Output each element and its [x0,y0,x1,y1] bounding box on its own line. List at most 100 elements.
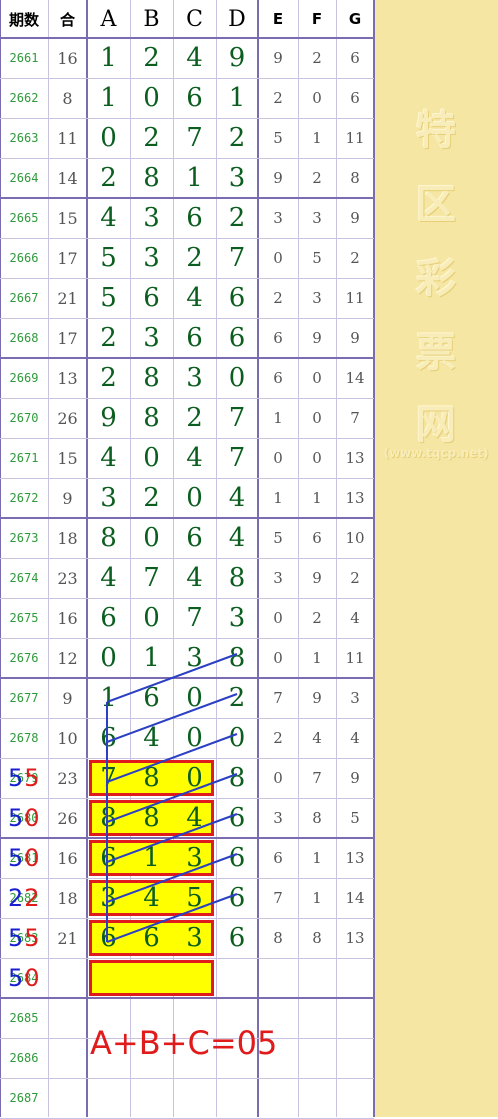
digit-cell [173,958,216,998]
digit-cell: 9 [100,403,117,433]
sum-cell [48,998,87,1038]
period-cell: 2669 [9,371,39,385]
digit-cell: 2 [100,363,117,393]
digit-cell: 1 [143,843,160,873]
extra-cell: 9 [273,49,283,67]
sum-cell: 12 [57,648,78,668]
extra-cell: 8 [273,929,283,947]
digit-cell: 6 [143,923,160,953]
period-cell: 2671 [9,451,39,465]
digit-cell: 7 [228,243,246,273]
digit-cell: 2 [228,203,246,233]
sum-cell: 17 [57,248,78,268]
sum-cell: 9 [62,488,73,508]
extra-cell: 9 [312,329,322,347]
digit-cell: 6 [228,323,246,353]
digit-cell: 8 [143,403,160,433]
digit-cell [87,1078,130,1118]
extra-cell: 0 [312,89,322,107]
watermark-char: 票 [416,330,456,376]
extra-cell [298,1038,336,1078]
extra-cell: 3 [312,209,322,227]
period-cell: 2685 [9,1011,39,1025]
sum-cell [48,1038,87,1078]
annotation-number: 22 [8,884,41,912]
extra-cell: 4 [350,729,360,747]
digit-cell: 3 [143,323,160,353]
extra-cell [336,958,374,998]
sum-cell: 10 [57,728,78,748]
digit-cell: 3 [186,923,203,953]
extra-cell: 0 [273,769,283,787]
digit-cell: 0 [143,83,160,113]
extra-cell: 3 [350,689,360,707]
sum-cell: 15 [57,208,78,228]
extra-cell: 11 [345,649,365,667]
sum-cell: 17 [57,328,78,348]
extra-cell: 8 [312,809,322,827]
digit-cell: 0 [186,723,203,753]
digit-cell: 2 [228,123,246,153]
extra-cell: 2 [312,49,322,67]
extra-cell: 5 [312,249,322,267]
extra-cell: 1 [273,489,283,507]
digit-cell: 3 [143,243,160,273]
digit-cell: 3 [228,163,246,193]
extra-cell: 9 [350,769,360,787]
digit-cell: 3 [143,203,160,233]
digit-cell: 4 [186,443,203,473]
digit-cell: 1 [100,83,117,113]
digit-cell: 6 [186,523,203,553]
digit-cell: 4 [228,483,246,513]
digit-cell: 1 [100,683,117,713]
digit-cell: 0 [143,523,160,553]
digit-cell [130,958,173,998]
column-header: C [186,6,203,32]
period-cell: 2668 [9,331,39,345]
digit-cell: 3 [100,483,117,513]
digit-cell: 4 [228,523,246,553]
extra-cell: 3 [273,209,283,227]
digit-cell: 6 [228,923,246,953]
period-cell: 2666 [9,251,39,265]
digit-cell: 4 [143,723,160,753]
extra-cell: 3 [273,569,283,587]
extra-cell [298,998,336,1038]
extra-cell: 0 [273,649,283,667]
sum-cell: 21 [57,288,78,308]
extra-cell [336,1038,374,1078]
digit-cell: 8 [143,163,160,193]
digit-cell: 5 [186,883,203,913]
column-header: 期数 [8,10,39,29]
digit-cell: 8 [143,763,160,793]
digit-cell: 8 [100,803,117,833]
digit-cell: 8 [143,363,160,393]
extra-cell [298,958,336,998]
period-cell: 2662 [9,91,39,105]
digit-cell: 8 [228,643,246,673]
extra-cell: 13 [345,449,365,467]
extra-cell: 13 [345,489,365,507]
digit-cell: 2 [186,243,203,273]
digit-cell: 2 [228,683,246,713]
extra-cell: 5 [350,809,360,827]
lottery-trend-chart: 特区彩票网 (www.tqcp.net) 期数合 A B C D E F G 2661 16 1 2 4 9… [0,0,498,1119]
extra-cell: 3 [273,809,283,827]
period-cell: 2661 [9,51,39,65]
watermark-char: 彩 [416,256,456,302]
column-header: E [272,10,284,28]
digit-cell: 7 [143,563,160,593]
digit-cell [216,1078,258,1118]
digit-cell: 7 [228,443,246,473]
digit-cell: 4 [100,443,117,473]
watermark-panel [374,0,498,1117]
digit-cell: 2 [100,163,117,193]
extra-cell: 10 [345,529,365,547]
extra-cell: 7 [312,769,322,787]
watermark-url: (www.tqcp.net) [383,446,489,460]
digit-cell: 2 [186,403,203,433]
digit-cell: 4 [100,203,117,233]
digit-cell: 6 [228,883,246,913]
digit-cell: 3 [100,883,117,913]
column-header: 合 [59,10,75,29]
